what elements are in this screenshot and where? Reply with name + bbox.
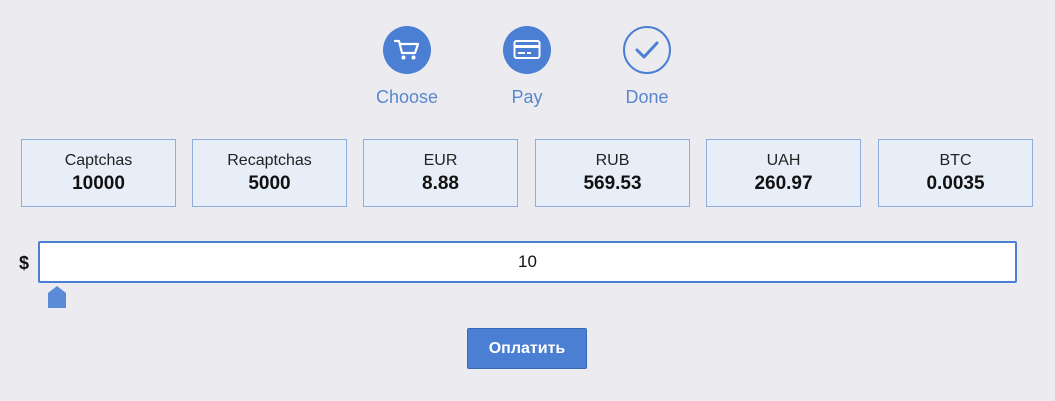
box-value: 260.97 (754, 173, 813, 194)
step-choose[interactable]: Choose (357, 26, 457, 108)
step-done[interactable]: Done (597, 26, 697, 108)
box-captchas: Captchas 10000 (21, 139, 176, 207)
box-rub: RUB 569.53 (535, 139, 690, 207)
step-label: Choose (375, 87, 439, 107)
box-value: 8.88 (422, 173, 459, 194)
credit-card-icon (503, 26, 551, 74)
box-value: 5000 (248, 173, 291, 194)
box-title: Captchas (64, 152, 133, 169)
box-title: EUR (423, 152, 458, 169)
checkout-steps: Choose Pay Done (0, 26, 1055, 116)
box-value: 569.53 (583, 173, 642, 194)
box-uah: UAH 260.97 (706, 139, 861, 207)
slider-handle[interactable] (48, 286, 66, 308)
amount-input[interactable] (38, 241, 1017, 283)
step-label: Done (625, 87, 669, 107)
box-value: 10000 (72, 173, 125, 194)
step-label: Pay (511, 87, 543, 107)
summary-boxes: Captchas 10000 Recaptchas 5000 EUR 8.88 … (21, 139, 1034, 207)
box-title: UAH (766, 152, 801, 169)
box-title: RUB (595, 152, 630, 169)
currency-symbol: $ (19, 253, 30, 273)
box-eur: EUR 8.88 (363, 139, 518, 207)
box-value: 0.0035 (926, 173, 985, 194)
cart-icon (383, 26, 431, 74)
box-recaptchas: Recaptchas 5000 (192, 139, 347, 207)
box-title: Recaptchas (227, 152, 312, 169)
pay-button[interactable]: Оплатить (467, 328, 587, 369)
step-pay[interactable]: Pay (477, 26, 577, 108)
box-title: BTC (939, 152, 972, 169)
box-btc: BTC 0.0035 (878, 139, 1033, 207)
checkmark-icon (623, 26, 671, 74)
